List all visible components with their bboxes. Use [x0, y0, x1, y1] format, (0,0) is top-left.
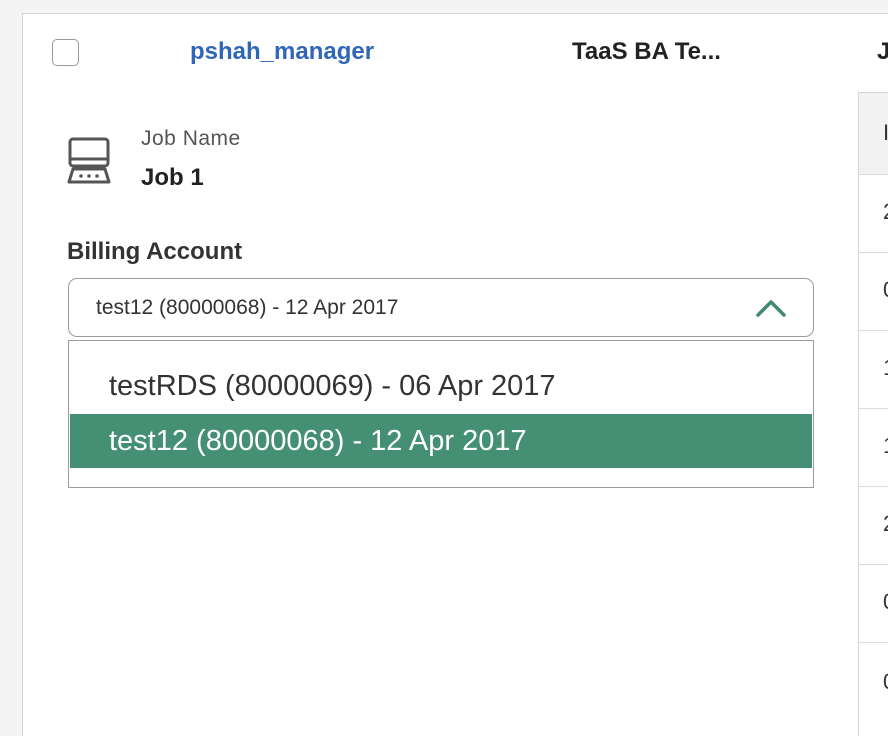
billing-account-label: Billing Account	[67, 238, 243, 265]
side-table-cell: 2	[883, 199, 888, 225]
side-table-cell: 0	[883, 277, 888, 303]
side-table: I 2 0 1 1 2 0 0	[858, 92, 888, 736]
billing-option-testrds[interactable]: testRDS (80000069) - 06 Apr 2017	[70, 359, 812, 413]
billing-account-select[interactable]: test12 (80000068) - 12 Apr 2017	[68, 278, 814, 337]
side-table-row: 0	[859, 643, 888, 723]
side-table-cell: 0	[883, 669, 888, 695]
team-name: TaaS BA Te...	[572, 38, 721, 65]
side-table-row: 0	[859, 253, 888, 331]
side-table-header: I	[859, 93, 888, 175]
side-table-row: 2	[859, 487, 888, 565]
next-column-cell: J	[877, 38, 888, 65]
side-table-row: 2	[859, 175, 888, 253]
side-table-cell: 0	[883, 589, 888, 615]
top-strip	[0, 0, 888, 13]
billing-account-dropdown: testRDS (80000069) - 06 Apr 2017 test12 …	[68, 340, 814, 488]
side-table-cell: 1	[883, 355, 888, 381]
side-table-header-text: I	[883, 120, 888, 145]
chevron-up-icon[interactable]	[755, 297, 787, 319]
side-table-row: 0	[859, 565, 888, 643]
computer-icon	[67, 137, 111, 184]
username-link[interactable]: pshah_manager	[190, 38, 374, 66]
billing-account-selected-value: test12 (80000068) - 12 Apr 2017	[96, 296, 399, 319]
row-checkbox[interactable]	[52, 39, 79, 66]
job-name-label: Job Name	[141, 127, 241, 150]
side-table-cell: 1	[883, 433, 888, 459]
billing-option-test12[interactable]: test12 (80000068) - 12 Apr 2017	[70, 414, 812, 468]
side-table-row: 1	[859, 409, 888, 487]
side-table-row: 1	[859, 331, 888, 409]
job-name-value: Job 1	[141, 164, 204, 191]
page: pshah_manager TaaS BA Te... J I 2 0 1 1 …	[0, 0, 888, 736]
side-table-cell: 2	[883, 511, 888, 537]
